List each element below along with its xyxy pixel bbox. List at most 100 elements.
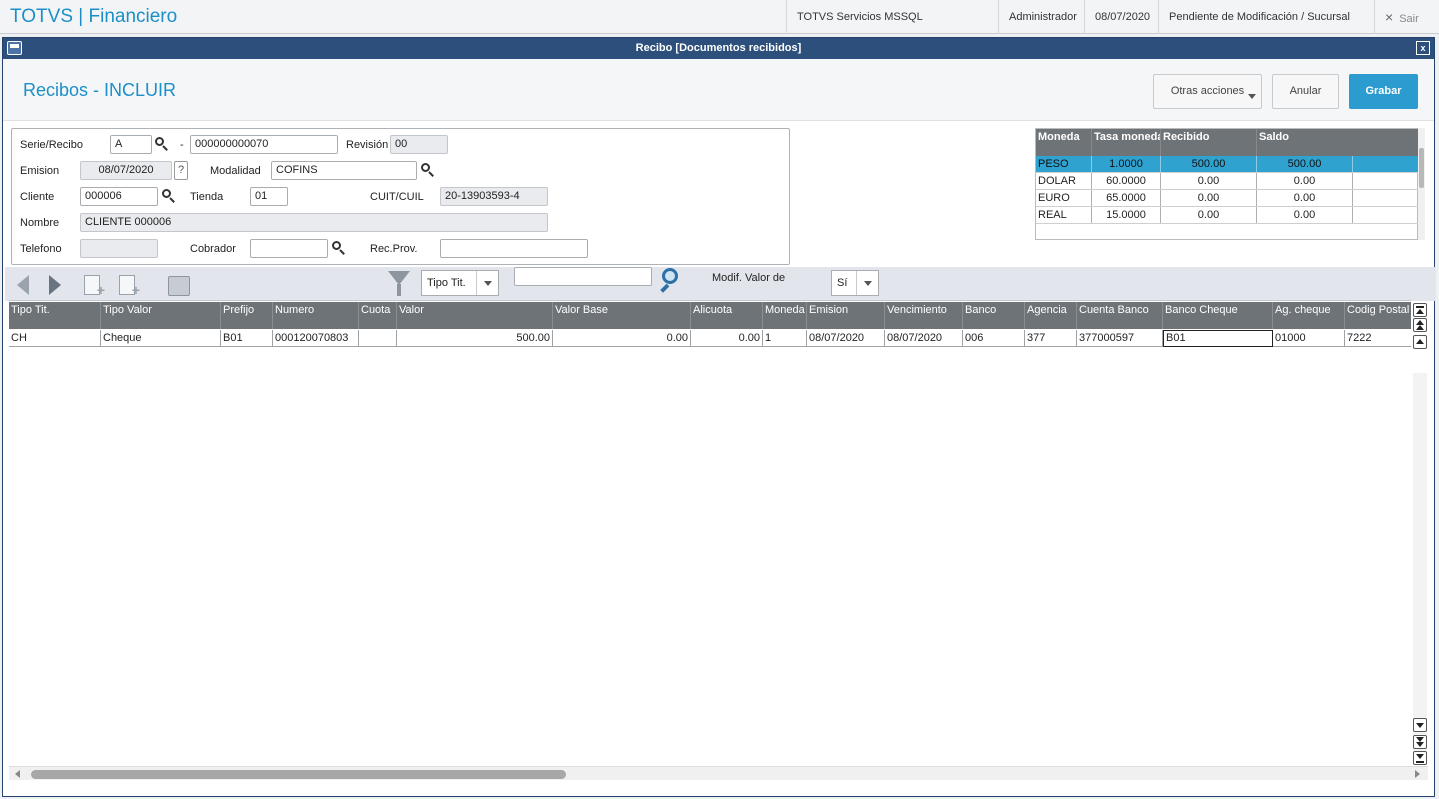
column-header[interactable]: Valor Base — [553, 302, 691, 329]
modalidad-input[interactable]: COFINS — [271, 161, 417, 180]
table-row[interactable]: CH Cheque B01 000120070803 500.00 0.00 0… — [9, 330, 1411, 347]
column-header[interactable]: Tipo Valor — [101, 302, 221, 329]
serie-input[interactable]: A — [110, 135, 152, 154]
cuit-field: 20-13903593-4 — [440, 187, 548, 206]
search-icon[interactable] — [658, 268, 680, 293]
scroll-top-button[interactable] — [1413, 303, 1427, 317]
window-close-icon[interactable]: x — [1416, 41, 1430, 55]
search-icon[interactable] — [421, 163, 435, 177]
numero-cell[interactable]: 000120070803 — [273, 330, 359, 347]
cuota-cell[interactable] — [359, 330, 397, 347]
column-header[interactable]: Agencia — [1025, 302, 1077, 329]
column-header[interactable]: Tipo Tit. — [9, 302, 101, 329]
emision-field[interactable]: 08/07/2020 — [80, 161, 172, 180]
column-header[interactable]: Saldo — [1257, 129, 1419, 156]
column-header[interactable]: Ag. cheque — [1273, 302, 1345, 329]
column-header[interactable]: Cuenta Banco — [1077, 302, 1163, 329]
column-header[interactable]: Tasa moneda — [1092, 129, 1161, 156]
exit-button[interactable]: × Sair — [1374, 0, 1439, 34]
agencia-cell[interactable]: 377 — [1025, 330, 1077, 347]
date-label: 08/07/2020 — [1084, 0, 1158, 34]
filter-icon[interactable] — [388, 271, 410, 296]
currency-cell: EURO — [1036, 190, 1092, 206]
column-header[interactable]: Moneda — [1036, 129, 1092, 156]
column-header[interactable]: Banco — [963, 302, 1025, 329]
column-header[interactable]: Codig Postal — [1345, 302, 1411, 329]
currency-row[interactable]: REAL 15.0000 0.00 0.00 — [1036, 207, 1419, 224]
scroll-down-button[interactable] — [1413, 718, 1427, 732]
currency-row[interactable]: PESO 1.0000 500.00 500.00 — [1036, 156, 1419, 173]
status-label: Pendiente de Modificación / Sucursal 01 — [1158, 0, 1374, 57]
scroll-bottom-button[interactable] — [1413, 751, 1427, 765]
otras-acciones-button[interactable]: Otras acciones — [1153, 74, 1262, 109]
scrollbar-thumb[interactable] — [1419, 148, 1424, 188]
cobrador-input[interactable] — [250, 239, 328, 258]
cliente-input[interactable]: 000006 — [80, 187, 158, 206]
currency-row[interactable]: EURO 65.0000 0.00 0.00 — [1036, 190, 1419, 207]
arrow-left-icon[interactable] — [17, 275, 29, 295]
search-icon[interactable] — [155, 137, 169, 151]
tipo-tit-select[interactable]: Tipo Tit. — [421, 270, 499, 296]
add-document-icon[interactable] — [84, 275, 105, 298]
tienda-input[interactable]: 01 — [250, 187, 288, 206]
cuenta-banco-cell[interactable]: 377000597 — [1077, 330, 1163, 347]
scroll-page-down-button[interactable] — [1413, 735, 1427, 749]
alicuota-cell[interactable]: 0.00 — [691, 330, 763, 347]
tipo-valor-cell[interactable]: Cheque — [101, 330, 221, 347]
window-titlebar: Recibo [Documentos recibidos] x — [3, 38, 1434, 59]
recprov-label: Rec.Prov. — [370, 243, 418, 255]
column-header[interactable]: Recibido — [1161, 129, 1257, 156]
column-header[interactable]: Numero — [273, 302, 359, 329]
cobrador-label: Cobrador — [190, 243, 236, 255]
arrow-left-icon[interactable] — [15, 770, 20, 778]
valor-base-cell[interactable]: 0.00 — [553, 330, 691, 347]
scrollbar-thumb[interactable] — [31, 770, 566, 779]
chevron-down-icon — [476, 271, 498, 295]
ag-cheque-cell[interactable]: 01000 — [1273, 330, 1345, 347]
currency-row[interactable]: DOLAR 60.0000 0.00 0.00 — [1036, 173, 1419, 190]
scroll-up-button[interactable] — [1413, 335, 1427, 349]
arrow-right-icon[interactable] — [49, 275, 61, 295]
recprov-input[interactable] — [440, 239, 588, 258]
telefono-label: Telefono — [20, 243, 62, 255]
moneda-cell[interactable]: 1 — [763, 330, 807, 347]
currency-scrollbar[interactable] — [1418, 128, 1425, 240]
column-header[interactable]: Vencimiento — [885, 302, 963, 329]
grabar-button[interactable]: Grabar — [1349, 74, 1418, 109]
column-header[interactable]: Alicuota — [691, 302, 763, 329]
tipo-tit-cell[interactable]: CH — [9, 330, 101, 347]
cliente-label: Cliente — [20, 191, 55, 203]
grid-scrollbar-track[interactable] — [1413, 373, 1427, 753]
print-icon[interactable] — [168, 276, 190, 296]
header-area: Recibos - INCLUIR Otras acciones Anular … — [3, 59, 1434, 121]
emision-cell[interactable]: 08/07/2020 — [807, 330, 885, 347]
banco-cheque-cell[interactable]: B01 — [1163, 330, 1273, 347]
help-icon[interactable]: ? — [174, 161, 188, 180]
column-header[interactable]: Moneda — [763, 302, 807, 329]
currency-cell: 0.00 — [1161, 173, 1257, 189]
search-input[interactable] — [514, 267, 652, 286]
column-header[interactable]: Cuota — [359, 302, 397, 329]
modif-valor-select[interactable]: Sí — [831, 270, 879, 296]
search-icon[interactable] — [332, 241, 346, 255]
column-header[interactable]: Emision — [807, 302, 885, 329]
search-icon[interactable] — [162, 189, 176, 203]
currency-header-row: Moneda Tasa moneda Recibido Saldo — [1036, 129, 1419, 156]
add-document-icon[interactable] — [119, 275, 140, 298]
column-header[interactable]: Prefijo — [221, 302, 273, 329]
prefijo-cell[interactable]: B01 — [221, 330, 273, 347]
grid-horizontal-scrollbar[interactable] — [9, 766, 1428, 780]
banco-cell[interactable]: 006 — [963, 330, 1025, 347]
column-header[interactable]: Banco Cheque — [1163, 302, 1273, 329]
scroll-page-up-button[interactable] — [1413, 318, 1427, 332]
user-label: Administrador — [998, 0, 1084, 34]
currency-cell: 500.00 — [1257, 156, 1353, 172]
anular-button[interactable]: Anular — [1272, 74, 1339, 109]
valor-cell[interactable]: 500.00 — [397, 330, 553, 347]
codig-postal-cell[interactable]: 7222 — [1345, 330, 1411, 347]
column-header[interactable]: Valor — [397, 302, 553, 329]
recibo-input[interactable]: 000000000070 — [190, 135, 338, 154]
arrow-right-icon[interactable] — [1415, 770, 1420, 778]
vencimiento-cell[interactable]: 08/07/2020 — [885, 330, 963, 347]
emision-label: Emision — [20, 165, 60, 177]
